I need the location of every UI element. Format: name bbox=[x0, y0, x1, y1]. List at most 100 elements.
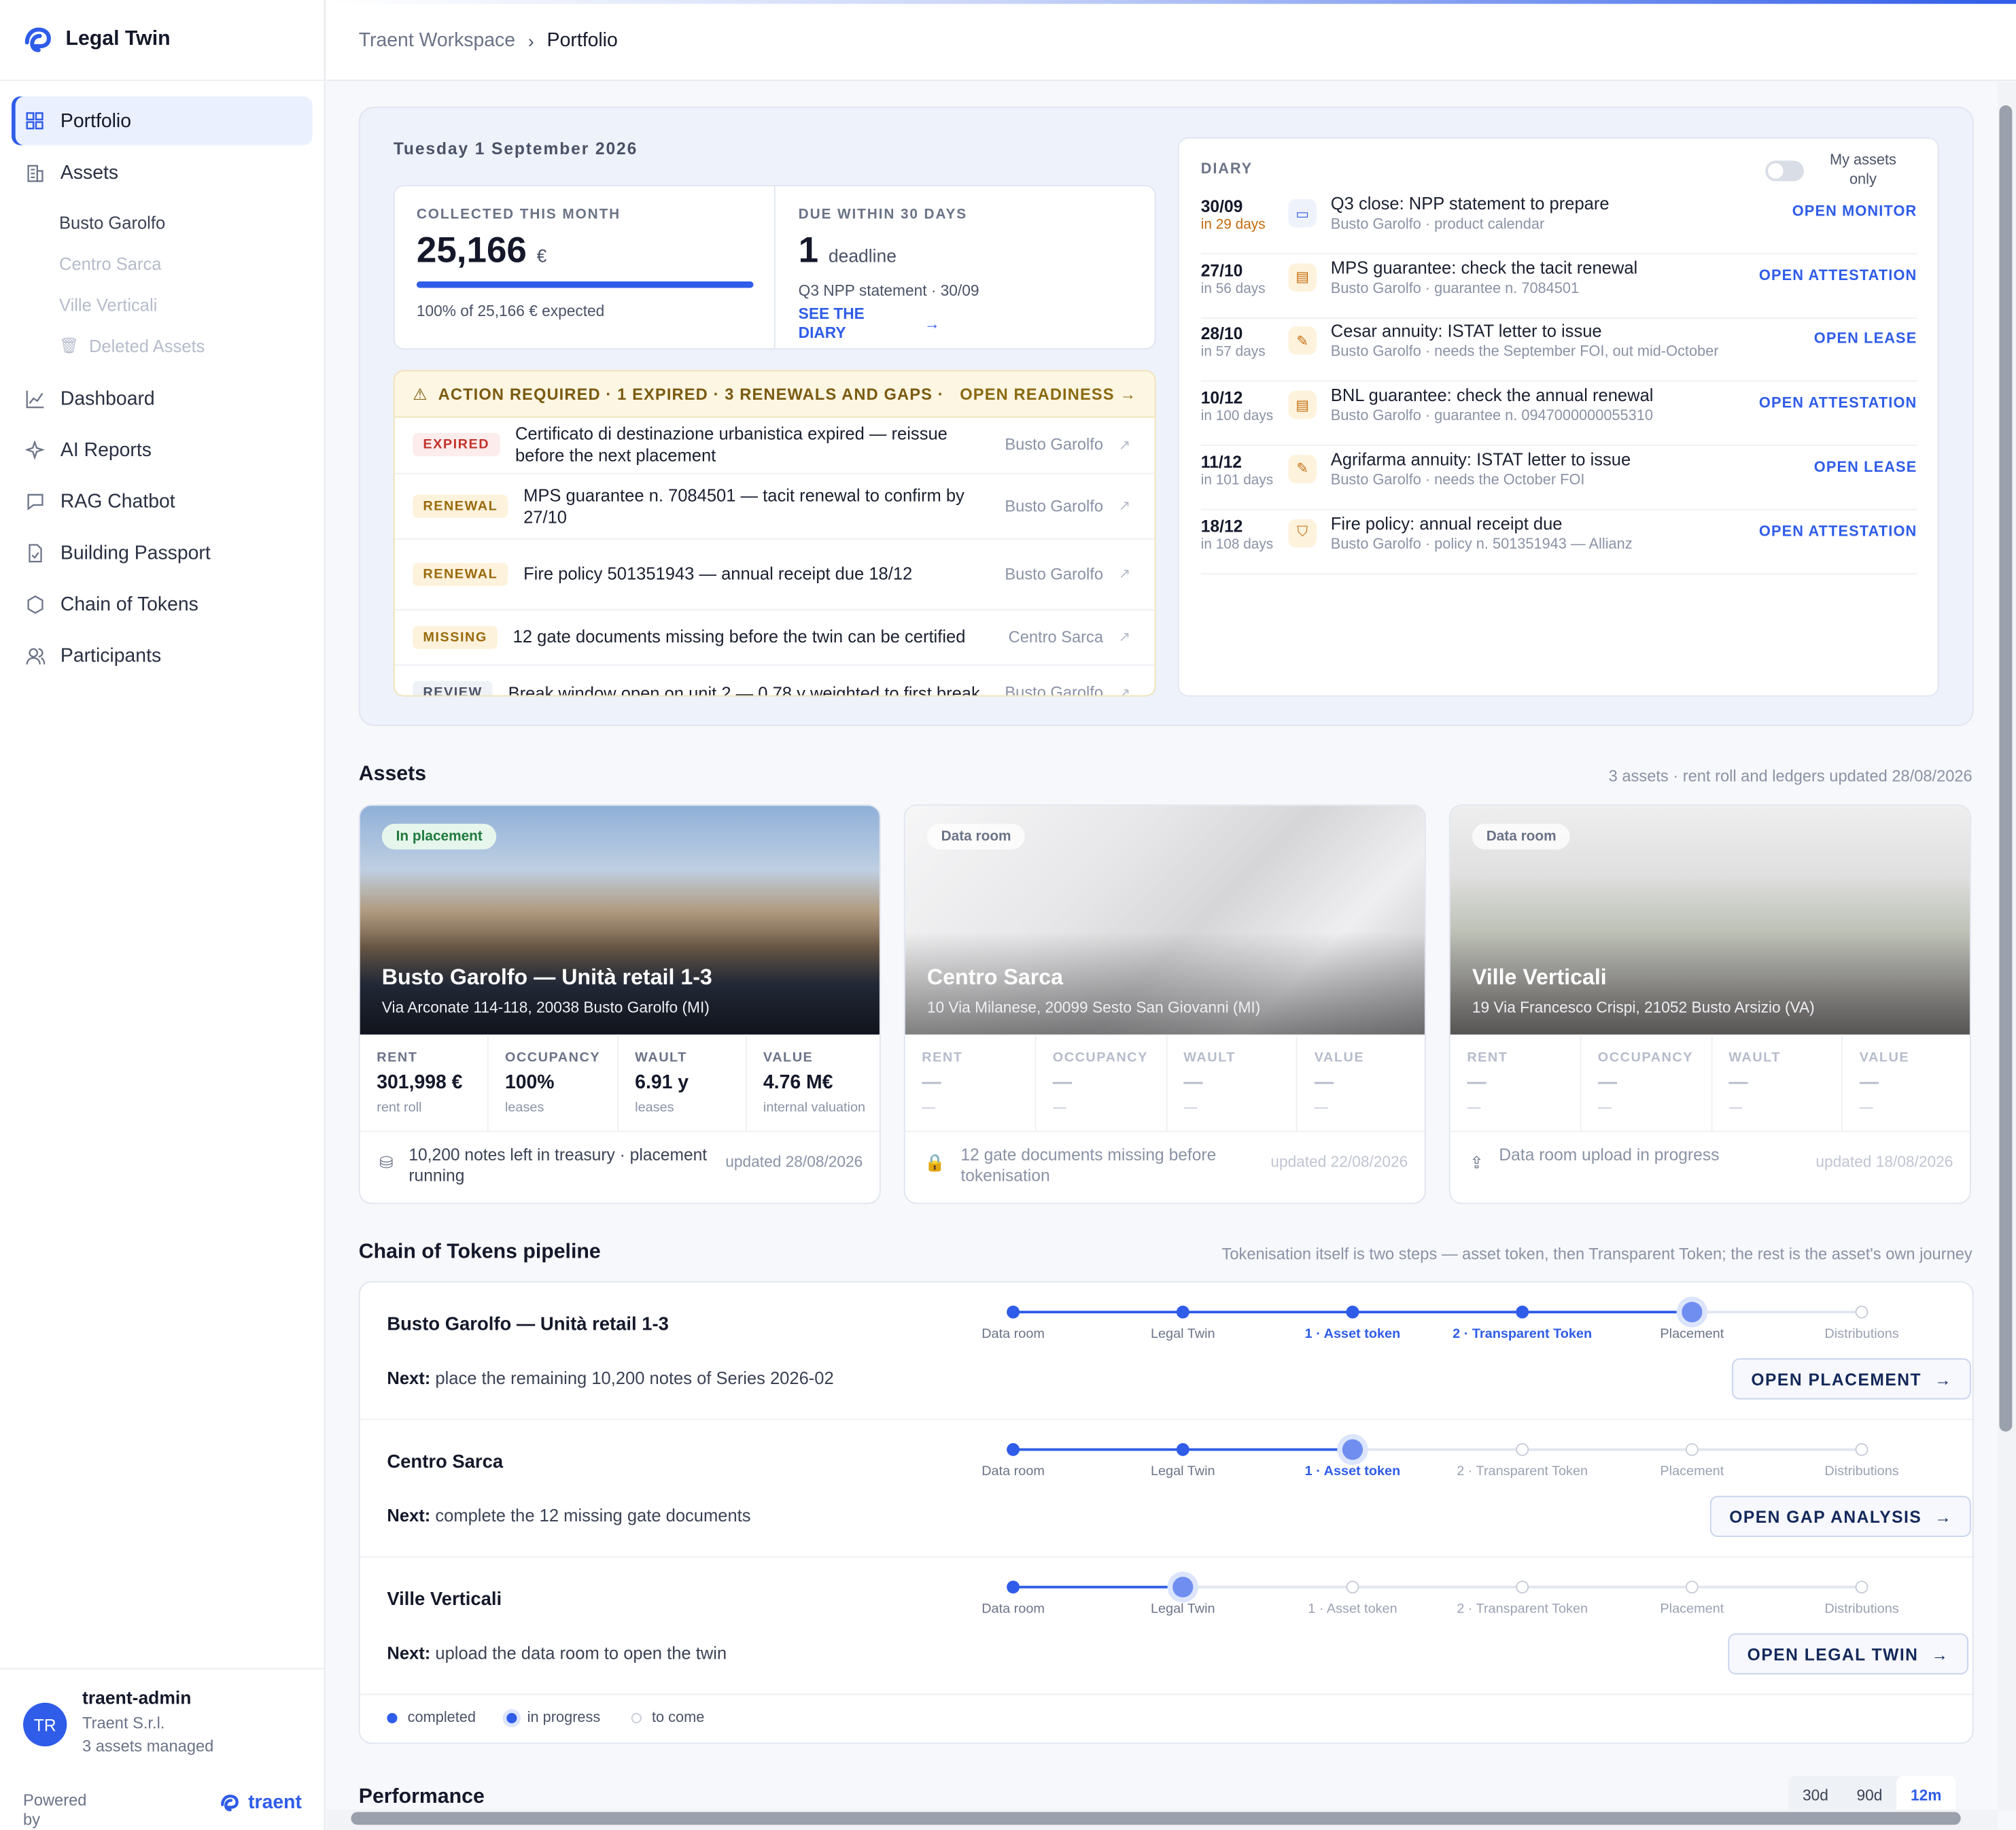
traent-logo[interactable]: traent bbox=[219, 1791, 302, 1813]
sidebar-item-label: Dashboard bbox=[60, 387, 155, 410]
document-icon: ▤ bbox=[1288, 262, 1317, 292]
pipeline-action-button[interactable]: OPEN PLACEMENT → bbox=[1731, 1358, 1972, 1400]
asset-card[interactable]: In placement Busto Garolfo — Unità retail… bbox=[358, 804, 881, 1205]
stat-label: RENT bbox=[377, 1050, 418, 1066]
diary-action-link[interactable]: OPEN LEASE bbox=[1814, 332, 1917, 347]
stat-value: 100% bbox=[504, 1071, 555, 1094]
pipeline-panel: Busto Garolfo — Unità retail 1-3 Next: pl… bbox=[358, 1281, 1974, 1744]
my-assets-toggle[interactable] bbox=[1765, 160, 1804, 182]
warning-icon: ⚠ bbox=[413, 385, 428, 404]
trash-icon: 🗑 bbox=[59, 336, 79, 355]
next-label: Next: bbox=[387, 1643, 431, 1663]
subnav-centro-sarca[interactable]: Centro Sarca bbox=[59, 243, 313, 283]
action-row[interactable]: EXPIRED Certificato di destinazione urban… bbox=[394, 417, 1155, 474]
diary-action-link[interactable]: OPEN LEASE bbox=[1814, 460, 1917, 475]
subnav-ville-verticali[interactable]: Ville Verticali bbox=[59, 284, 313, 325]
vertical-scrollbar[interactable] bbox=[1999, 105, 2013, 1432]
chart-line-icon bbox=[24, 388, 45, 409]
sidebar-item-building-passport[interactable]: Building Passport bbox=[12, 528, 313, 577]
asset-name: Busto Garolfo — Unità retail 1-3 bbox=[381, 965, 712, 990]
asset-stat: VALUE 4.76 M€ internal valuation bbox=[746, 1035, 880, 1131]
sidebar-item-label: RAG Chatbot bbox=[60, 490, 175, 513]
kpi-number: 1 bbox=[798, 230, 819, 270]
action-row[interactable]: RENEWAL Fire policy 501351943 — annual re… bbox=[394, 539, 1155, 610]
stat-value: 4.76 M€ bbox=[763, 1071, 833, 1094]
arrow-right-icon: → bbox=[924, 314, 940, 332]
pipeline-step-label: Legal Twin bbox=[1150, 1601, 1215, 1617]
diary-subtitle: Busto Garolfo · product calendar bbox=[1330, 217, 1545, 233]
stat-value: — bbox=[922, 1071, 941, 1094]
diary-countdown: in 29 days bbox=[1200, 217, 1266, 233]
pipeline-step-label: Legal Twin bbox=[1150, 1326, 1215, 1342]
kpi-unit: deadline bbox=[828, 245, 897, 266]
open-readiness-link[interactable]: OPEN READINESS → bbox=[960, 385, 1136, 402]
diary-entry[interactable]: 28/10 in 57 days ✎ Cesar annuity: ISTAT let… bbox=[1200, 318, 1917, 383]
upload-icon: ⇪ bbox=[1470, 1152, 1484, 1173]
diary-entry[interactable]: 18/12 in 108 days ⛉ Fire policy: annual rec… bbox=[1200, 510, 1917, 574]
diary-entry[interactable]: 30/09 in 29 days ▭ Q3 close: NPP statement … bbox=[1200, 190, 1917, 255]
breadcrumb-workspace[interactable]: Traent Workspace bbox=[359, 29, 515, 51]
sidebar-item-label: Building Passport bbox=[60, 541, 211, 564]
stat-label: RENT bbox=[922, 1050, 963, 1066]
pipeline-next-step: Next: upload the data room to open the t… bbox=[387, 1644, 727, 1663]
diary-date: 10/12 bbox=[1200, 388, 1243, 408]
diary-entry[interactable]: 10/12 in 100 days ▤ BNL guarantee: check th… bbox=[1200, 382, 1917, 447]
diary-entry[interactable]: 11/12 in 101 days ✎ Agrifarma annuity: ISTA… bbox=[1200, 446, 1917, 511]
sidebar-item-assets[interactable]: Assets bbox=[12, 148, 313, 196]
user-company: Traent S.r.l. bbox=[82, 1714, 165, 1733]
horizontal-scrollbar[interactable] bbox=[351, 1812, 1961, 1825]
arrow-right-icon: → bbox=[1934, 1369, 1953, 1389]
sidebar-item-dashboard[interactable]: Dashboard bbox=[12, 374, 313, 423]
action-row[interactable]: MISSING 12 gate documents missing before … bbox=[394, 610, 1155, 666]
sidebar-item-participants[interactable]: Participants bbox=[12, 631, 313, 680]
diary-title: Q3 close: NPP statement to prepare bbox=[1330, 194, 1610, 213]
pipeline-section-title: Chain of Tokens pipeline bbox=[358, 1241, 601, 1264]
kpi-due: DUE WITHIN 30 DAYS 1 deadline Q3 NPP sta… bbox=[777, 186, 1155, 348]
stat-value: — bbox=[1467, 1071, 1487, 1094]
today-date: Tuesday 1 September 2026 bbox=[393, 139, 638, 158]
diary-action-link[interactable]: OPEN ATTESTATION bbox=[1759, 396, 1917, 411]
pipeline-row: Busto Garolfo — Unità retail 1-3 Next: pl… bbox=[360, 1283, 1972, 1420]
diary-date: 11/12 bbox=[1200, 452, 1242, 472]
status-badge: MISSING bbox=[413, 625, 498, 649]
diary-action-link[interactable]: OPEN ATTESTATION bbox=[1759, 523, 1917, 539]
stat-source: leases bbox=[635, 1100, 674, 1116]
stat-value: — bbox=[1728, 1071, 1748, 1094]
diary-subtitle: Busto Garolfo · guarantee n. 7084501 bbox=[1330, 281, 1580, 297]
pipeline-action-button[interactable]: OPEN LEGAL TWIN → bbox=[1728, 1633, 1968, 1675]
action-row[interactable]: REVIEW Break window open on unit 2 — 0.78… bbox=[395, 666, 1155, 695]
assets-subnav: Busto Garolfo Centro Sarca Ville Vertica… bbox=[12, 202, 313, 366]
asset-card[interactable]: Data room Ville Verticali 19 Via Francesco… bbox=[1448, 804, 1971, 1205]
pipeline-step-dot bbox=[1172, 1576, 1194, 1598]
asset-card[interactable]: Data room Centro Sarca 10 Via Milanese, 20… bbox=[903, 804, 1426, 1205]
stat-label: VALUE bbox=[1314, 1050, 1365, 1066]
pipeline-track-fill bbox=[1013, 1585, 1183, 1589]
user-panel[interactable]: TR traent-admin Traent S.r.l. 3 assets m… bbox=[0, 1668, 324, 1776]
asset-stat: WAULT — — bbox=[1167, 1034, 1298, 1131]
see-diary-link[interactable]: SEE THE DIARY → bbox=[799, 305, 940, 343]
stat-source: — bbox=[1314, 1100, 1328, 1116]
diary-entry[interactable]: 27/10 in 56 days ▤ MPS guarantee: check the… bbox=[1200, 254, 1917, 319]
diary-title: Cesar annuity: ISTAT letter to issue bbox=[1330, 322, 1602, 341]
diary-action-link[interactable]: OPEN MONITOR bbox=[1792, 205, 1917, 220]
subnav-busto-garolfo[interactable]: Busto Garolfo bbox=[59, 202, 313, 243]
diary-action-link[interactable]: OPEN ATTESTATION bbox=[1759, 269, 1917, 284]
sidebar-item-portfolio[interactable]: Portfolio bbox=[12, 96, 313, 145]
building-icon bbox=[24, 162, 45, 182]
subnav-deleted-assets[interactable]: 🗑 Deleted Assets bbox=[59, 325, 313, 366]
stat-source: — bbox=[1467, 1100, 1481, 1116]
sidebar-item-chain-of-tokens[interactable]: Chain of Tokens bbox=[12, 580, 313, 629]
sidebar-item-rag-chatbot[interactable]: RAG Chatbot bbox=[12, 477, 313, 525]
pipeline-step-dot bbox=[1346, 1305, 1359, 1319]
action-row[interactable]: RENEWAL MPS guarantee n. 7084501 — tacit … bbox=[394, 474, 1155, 540]
action-required-panel: ⚠ ACTION REQUIRED · 1 EXPIRED · 3 RENEWA… bbox=[393, 370, 1156, 697]
pipeline-action-button[interactable]: OPEN GAP ANALYSIS → bbox=[1709, 1496, 1972, 1537]
asset-address: 19 Via Francesco Crispi, 21052 Busto Ars… bbox=[1472, 998, 1815, 1017]
pipeline-step-dot bbox=[1176, 1443, 1189, 1456]
asset-stats: RENT — — OCCUPANCY — — WAULT — — VALUE — — bbox=[905, 1034, 1425, 1133]
brand[interactable]: Legal Twin bbox=[0, 0, 324, 82]
legal-twin-logo-icon bbox=[24, 27, 51, 52]
sidebar-item-ai-reports[interactable]: AI Reports bbox=[12, 426, 313, 474]
pipeline-row: Ville Verticali Next: upload the data roo… bbox=[360, 1557, 1972, 1695]
next-text: place the remaining 10,200 notes of Seri… bbox=[435, 1368, 834, 1388]
